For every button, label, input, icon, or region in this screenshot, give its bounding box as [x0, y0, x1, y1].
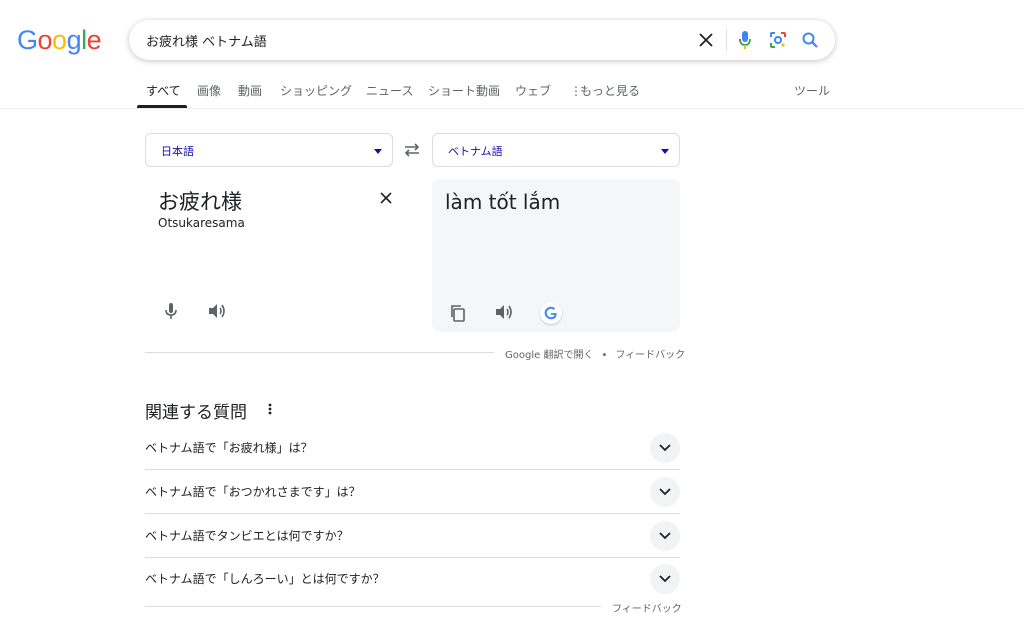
related-divider	[145, 606, 601, 607]
voice-search-icon[interactable]	[735, 30, 755, 50]
source-romanization: Otsukaresama	[158, 216, 245, 230]
tab-more[interactable]: ⋮もっと見る	[570, 82, 640, 99]
translated-text: làm tốt lắm	[445, 190, 561, 214]
question-text: ベトナム語で「お疲れ様」は？	[145, 441, 313, 455]
related-question[interactable]: ベトナム語で「お疲れ様」は？	[145, 426, 680, 470]
swap-languages-icon[interactable]	[402, 142, 422, 158]
logo-letter: o	[52, 25, 67, 55]
copy-icon[interactable]	[449, 304, 467, 322]
google-logo[interactable]: Google	[17, 25, 102, 55]
related-question[interactable]: ベトナム語で「おつかれさまです」は？	[145, 470, 680, 514]
related-question[interactable]: ベトナム語でタンビエとは何ですか？	[145, 514, 680, 558]
target-language-select[interactable]: ベトナム語	[432, 133, 680, 167]
source-language-select[interactable]: 日本語	[145, 133, 393, 167]
clear-source-icon[interactable]	[377, 189, 395, 207]
tab-images[interactable]: 画像	[197, 82, 221, 99]
target-language-label: ベトナム語	[448, 145, 503, 158]
source-text-input[interactable]: お疲れ様	[158, 186, 242, 216]
feedback-link[interactable]: フィードバック	[615, 350, 685, 361]
speaker-icon[interactable]	[494, 303, 514, 321]
translator-footer: Google 翻訳で開く • フィードバック	[505, 346, 685, 361]
search-tabs: すべて 画像 動画 ショッピング ニュース ショート動画 ウェブ ⋮もっと見る	[0, 76, 1024, 109]
more-vert-icon[interactable]	[266, 401, 274, 417]
active-tab-indicator	[137, 105, 187, 108]
search-box[interactable]: お疲れ様 ベトナム語	[129, 20, 835, 60]
translator-divider	[145, 352, 494, 353]
tab-all[interactable]: すべて	[146, 82, 181, 99]
logo-letter: g	[66, 25, 82, 55]
separator-dot: •	[601, 350, 608, 361]
image-search-icon[interactable]	[768, 30, 788, 50]
speaker-icon[interactable]	[207, 302, 227, 320]
google-translate-icon[interactable]	[540, 302, 562, 324]
source-language-label: 日本語	[161, 145, 194, 158]
chevron-down-icon[interactable]	[650, 477, 680, 507]
related-question[interactable]: ベトナム語で「しんろーい」とは何ですか？	[145, 557, 680, 601]
question-text: ベトナム語でタンビエとは何ですか？	[145, 529, 349, 543]
chevron-down-icon[interactable]	[650, 521, 680, 551]
open-in-translate-link[interactable]: Google 翻訳で開く	[505, 350, 593, 361]
logo-letter: o	[37, 25, 53, 55]
question-text: ベトナム語で「おつかれさまです」は？	[145, 485, 361, 499]
tab-news[interactable]: ニュース	[366, 82, 413, 99]
related-questions-title: 関連する質問	[145, 403, 247, 423]
tab-videos[interactable]: 動画	[238, 82, 262, 99]
feedback-link[interactable]: フィードバック	[612, 600, 682, 615]
logo-letter: e	[86, 25, 102, 55]
tab-more-label: もっと見る	[580, 84, 641, 98]
chevron-down-icon	[374, 149, 382, 154]
question-text: ベトナム語で「しんろーい」とは何ですか？	[145, 572, 385, 586]
chevron-down-icon[interactable]	[650, 433, 680, 463]
clear-icon[interactable]	[696, 30, 716, 50]
tab-short-videos[interactable]: ショート動画	[428, 82, 500, 99]
tab-web[interactable]: ウェブ	[515, 82, 551, 99]
more-vert-icon: ⋮	[570, 84, 582, 98]
search-input[interactable]: お疲れ様 ベトナム語	[146, 31, 267, 50]
search-icon[interactable]	[800, 30, 820, 50]
microphone-icon[interactable]	[162, 302, 180, 320]
chevron-down-icon[interactable]	[650, 564, 680, 594]
logo-letter: G	[17, 25, 38, 55]
chevron-down-icon	[661, 149, 669, 154]
search-divider	[726, 29, 727, 51]
tab-shopping[interactable]: ショッピング	[280, 82, 352, 99]
tools-button[interactable]: ツール	[794, 82, 830, 99]
